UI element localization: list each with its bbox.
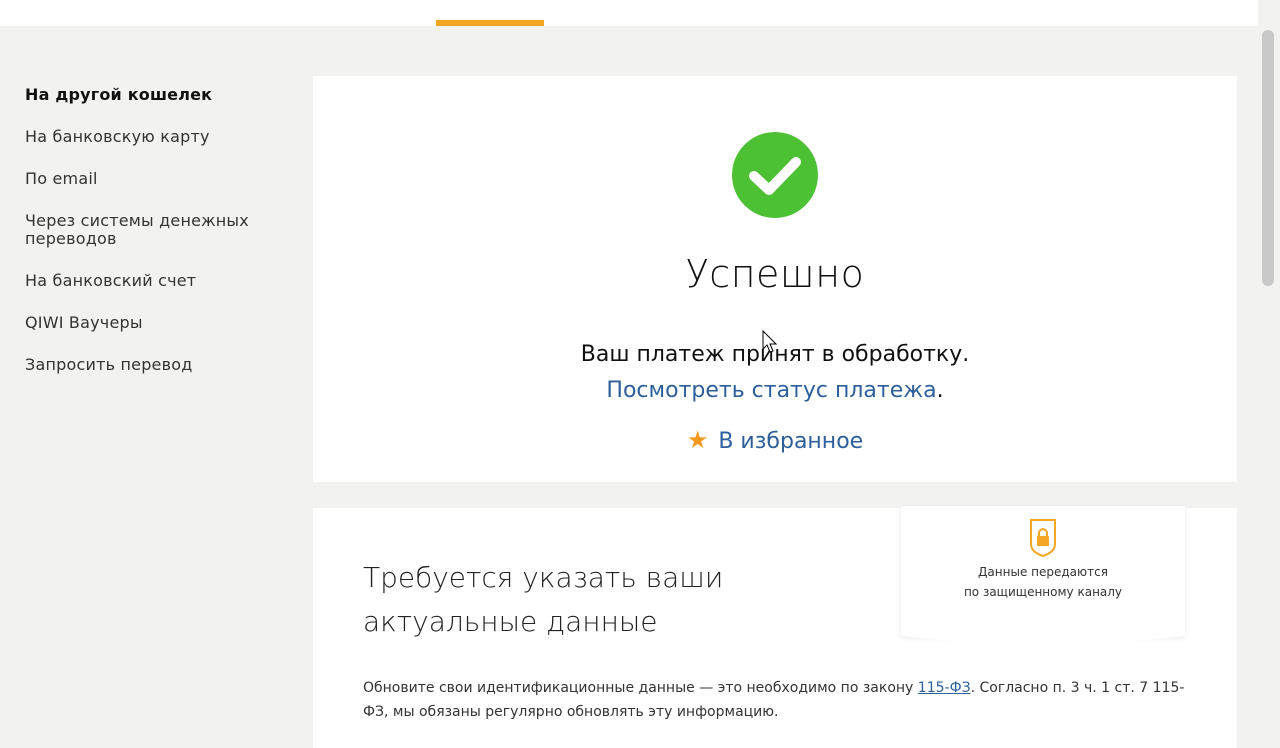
secure-channel-text: Данные передаются по защищенному каналу	[901, 562, 1185, 602]
sidebar-item-other-wallet[interactable]: На другой кошелек	[25, 86, 295, 104]
payment-success-card: Успешно Ваш платеж принят в обработку. П…	[313, 76, 1237, 482]
status-line: Посмотреть статус платежа.	[313, 378, 1237, 403]
sidebar-item-qiwi-vouchers[interactable]: QIWI Ваучеры	[25, 314, 295, 332]
secure-channel-badge: Данные передаются по защищенному каналу	[901, 506, 1185, 650]
star-icon: ★	[686, 426, 709, 454]
law-115-fz-link[interactable]: 115-ФЗ	[918, 680, 971, 696]
transfer-type-sidebar: На другой кошелек На банковскую карту По…	[25, 86, 295, 398]
secure-text-line2: по защищенному каналу	[963, 585, 1123, 599]
update-data-description: Обновите свои идентификационные данные —…	[363, 676, 1193, 724]
sidebar-item-request-transfer[interactable]: Запросить перевод	[25, 356, 295, 374]
status-suffix: .	[936, 378, 944, 403]
sidebar-item-email[interactable]: По email	[25, 170, 295, 188]
add-to-favorites-button[interactable]: ★ В избранное	[313, 426, 1237, 454]
active-tab-indicator	[436, 20, 544, 26]
update-data-title: Требуется указать ваши актуальные данные	[363, 561, 724, 638]
shield-lock-icon	[1030, 519, 1056, 558]
sidebar-item-money-transfer-systems[interactable]: Через системы денежных переводов	[25, 212, 295, 248]
secure-text-line1: Данные передаются	[978, 565, 1108, 579]
favorite-label: В избранное	[718, 429, 864, 454]
checkmark-icon	[732, 132, 818, 218]
success-title: Успешно	[685, 252, 865, 296]
update-data-card: Требуется указать ваши актуальные данные…	[313, 506, 1237, 748]
mouse-cursor-icon	[762, 330, 778, 353]
sidebar-item-bank-account[interactable]: На банковский счет	[25, 272, 295, 290]
sidebar-item-bank-card[interactable]: На банковскую карту	[25, 128, 295, 146]
view-payment-status-link[interactable]: Посмотреть статус платежа	[606, 378, 936, 403]
description-text-start: Обновите свои идентификационные данные —…	[363, 680, 918, 696]
page-scrollbar[interactable]	[1262, 30, 1274, 286]
top-navigation-bar	[0, 0, 1258, 26]
